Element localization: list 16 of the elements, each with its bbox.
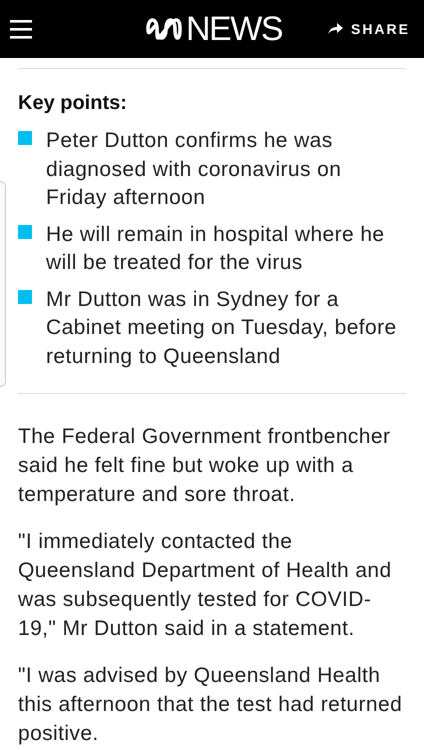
bullet-icon: [18, 224, 32, 238]
share-button[interactable]: SHARE: [326, 17, 410, 41]
bullet-icon: [18, 290, 32, 304]
share-icon: [326, 23, 343, 35]
article-paragraph: The Federal Government frontbencher said he felt fine but woke up with a temperature and sore throat.: [18, 424, 392, 508]
key-point-text: He will remain in hospital where he will be treated for the virus: [46, 222, 386, 276]
menu-icon[interactable]: [10, 19, 34, 39]
logo-icon: [145, 16, 183, 42]
key-point-text: Mr Dutton was in Sydney for a Cabinet meeting on Tuesday, before returning to Queensland: [46, 286, 398, 370]
key-points-heading: Key points:: [18, 91, 128, 115]
logo-text: NEWS: [186, 11, 282, 47]
article-paragraph: "I immediately contacted the Queensland Department of Health and was subsequently tested for COVID-19," Mr Dutton said in a statement.: [18, 529, 393, 642]
edge-handle[interactable]: [0, 181, 6, 387]
article-paragraph: "I was advised by Queensland Health this afternoon that the test had returned positive.: [18, 663, 404, 747]
bullet-icon: [18, 131, 32, 145]
key-point-text: Peter Dutton confirms he was diagnosed with coronavirus on Friday afternoon: [46, 128, 342, 211]
